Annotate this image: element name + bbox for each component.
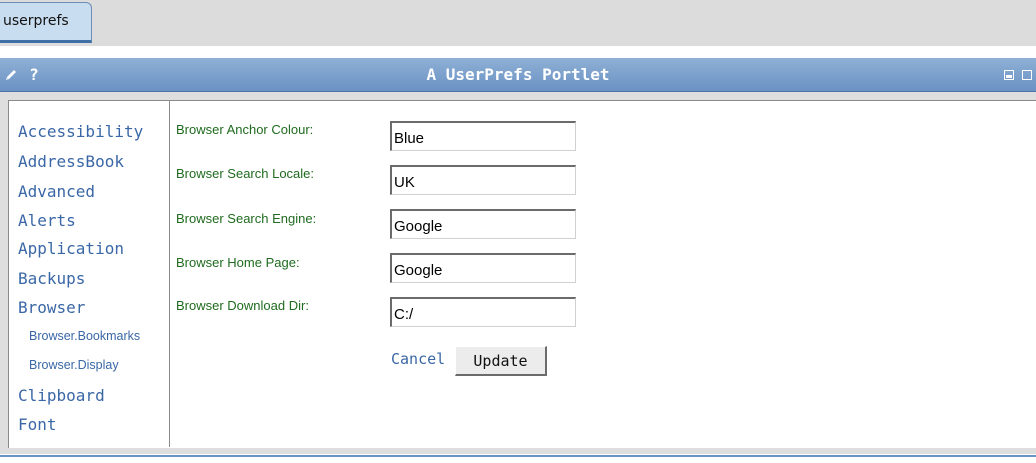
panel-divider	[169, 101, 170, 447]
search-engine-label: Browser Search Engine:	[176, 211, 317, 226]
minimize-icon[interactable]	[1002, 58, 1016, 91]
menu-item-addressbook[interactable]: AddressBook	[18, 152, 124, 171]
menu-item-browser[interactable]: Browser	[18, 298, 85, 317]
portlet-header: ? A UserPrefs Portlet	[0, 58, 1036, 92]
menu-item-accessibility[interactable]: Accessibility	[18, 122, 143, 141]
menu-item-application[interactable]: Application	[18, 239, 124, 258]
maximize-icon[interactable]	[1020, 58, 1034, 91]
page-bottom	[0, 457, 1036, 463]
menu-item-browser-bookmarks[interactable]: Browser.Bookmarks	[29, 329, 140, 343]
menu-item-advanced[interactable]: Advanced	[18, 182, 95, 201]
menu-item-clipboard[interactable]: Clipboard	[18, 386, 105, 405]
anchor-colour-label: Browser Anchor Colour:	[176, 122, 314, 137]
update-button[interactable]: Update	[455, 346, 547, 376]
download-dir-input[interactable]	[390, 297, 576, 327]
search-locale-input[interactable]	[390, 165, 576, 195]
home-page-label: Browser Home Page:	[176, 255, 300, 270]
search-engine-input[interactable]	[390, 209, 576, 239]
tab-gap	[0, 46, 1036, 58]
anchor-colour-input[interactable]	[390, 121, 576, 151]
menu-item-backups[interactable]: Backups	[18, 269, 85, 288]
portlet-title: A UserPrefs Portlet	[426, 65, 610, 84]
menu-item-browser-display[interactable]: Browser.Display	[29, 358, 119, 372]
menu-item-alerts[interactable]: Alerts	[18, 211, 76, 230]
cancel-link[interactable]: Cancel	[391, 350, 445, 368]
tab-userprefs[interactable]: userprefs	[0, 2, 92, 43]
search-locale-label: Browser Search Locale:	[176, 166, 315, 181]
menu-item-font[interactable]: Font	[18, 415, 57, 434]
home-page-input[interactable]	[390, 253, 576, 283]
tab-bar: userprefs	[0, 0, 1036, 47]
download-dir-label: Browser Download Dir:	[176, 298, 309, 313]
